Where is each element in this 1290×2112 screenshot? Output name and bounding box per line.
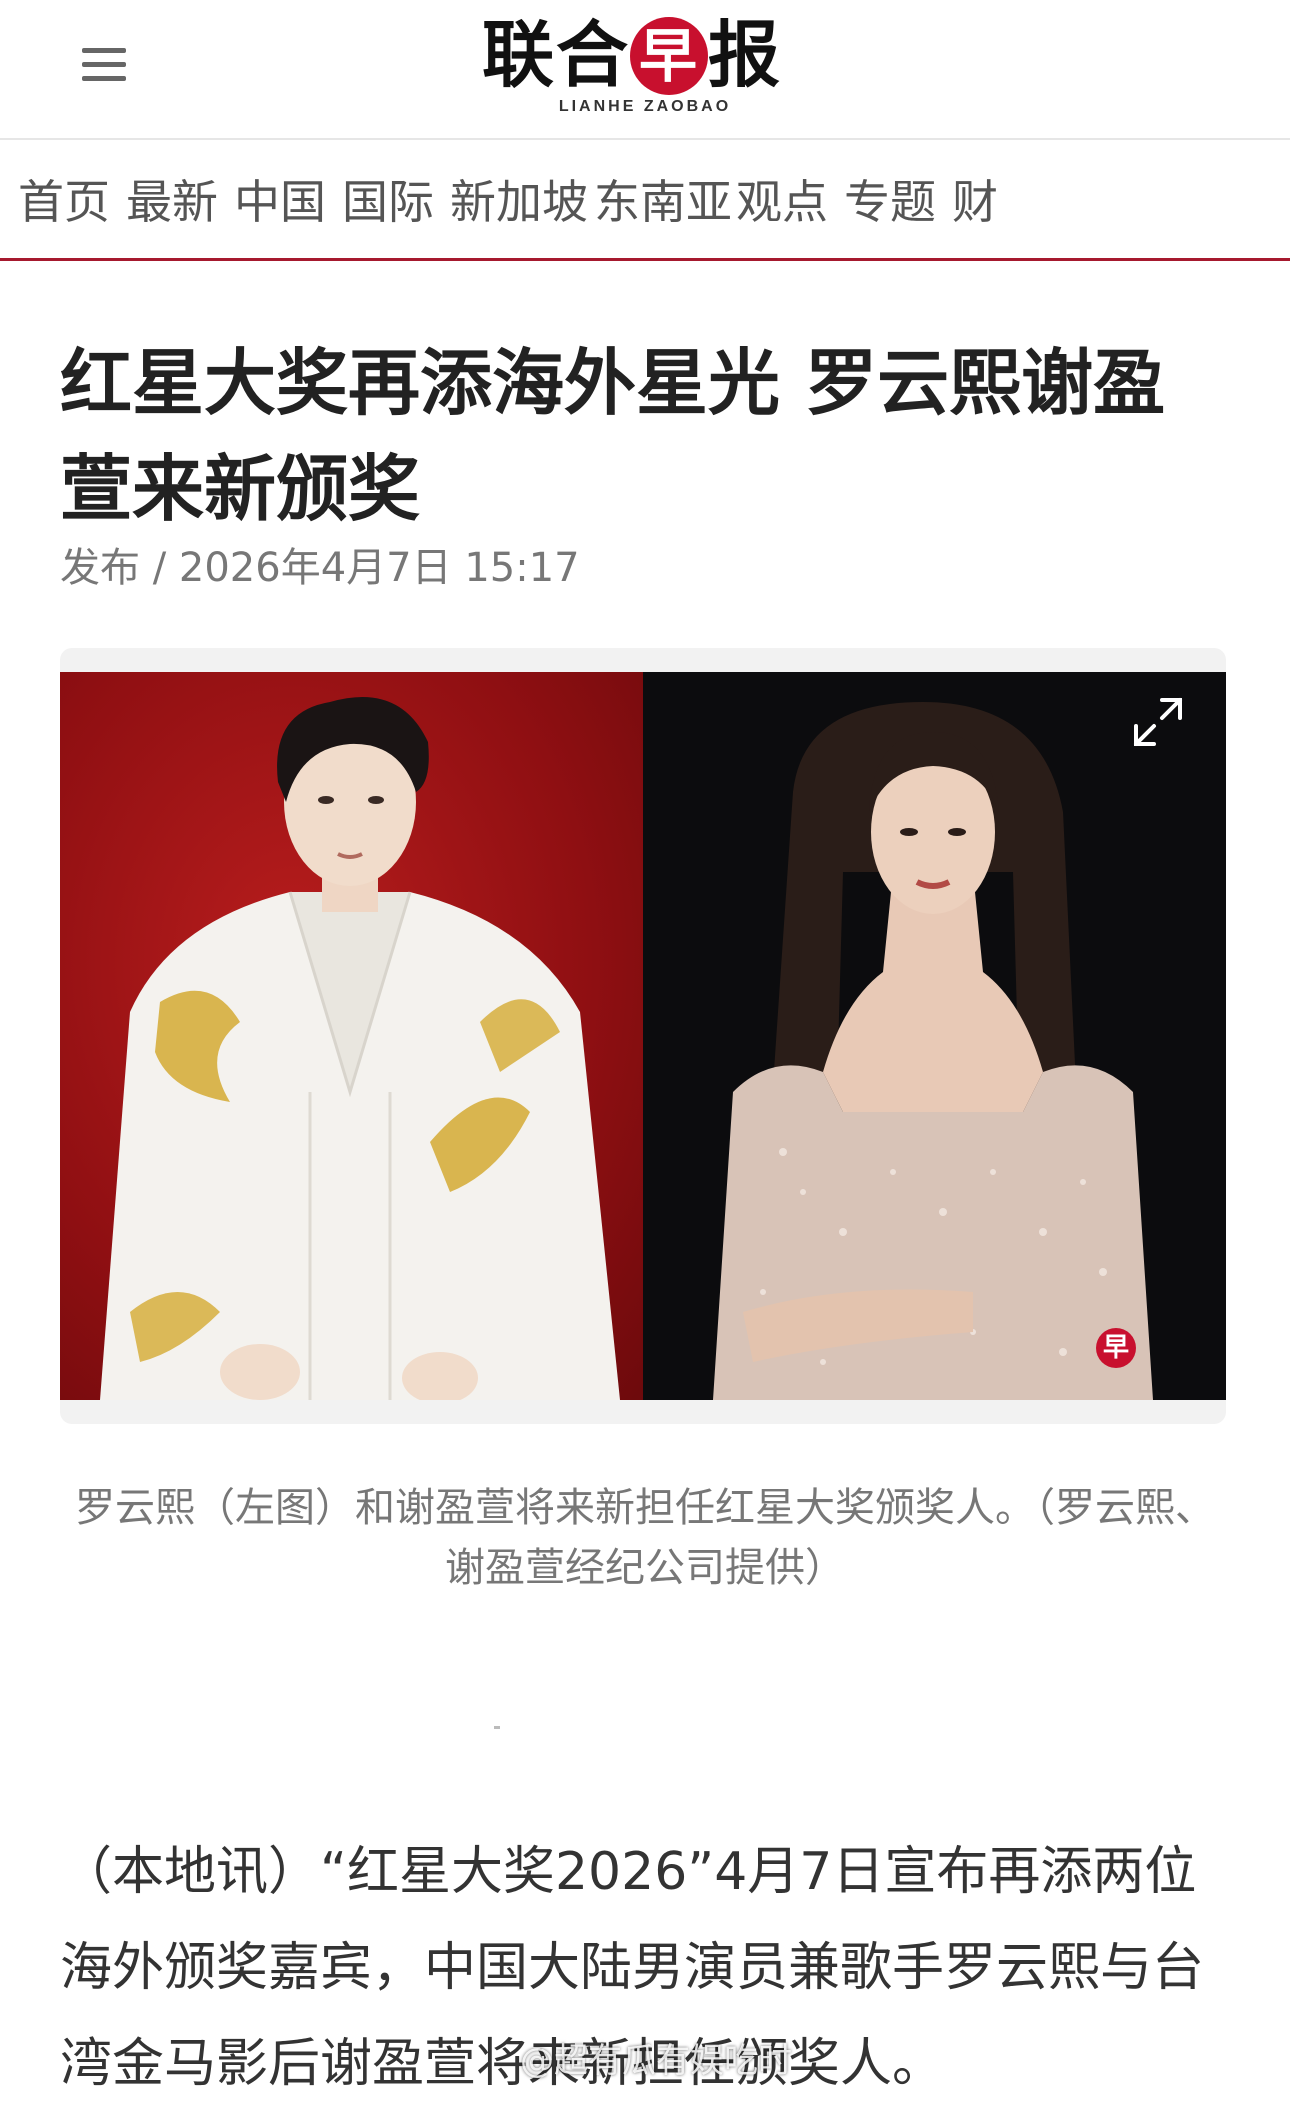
logo-english: LIANHE ZAOBAO — [558, 98, 732, 115]
nav-item-latest[interactable]: 最新 — [126, 174, 218, 230]
section-nav: 首页 最新 中国 国际 新加坡 东南亚 观点 专题 财 — [0, 140, 1290, 261]
article-headline: 红星大奖再添海外星光 罗云熙谢盈萱来新颁奖 — [60, 341, 1166, 531]
photo-right-actress — [643, 672, 1226, 1400]
expand-icon[interactable] — [1128, 692, 1188, 752]
nav-item-singapore[interactable]: 新加坡 — [450, 174, 588, 230]
hamburger-menu-icon[interactable] — [80, 44, 130, 86]
nav-item-southeast-asia[interactable]: 东南亚 — [594, 174, 732, 230]
publish-date: 发布 / 2026年4月7日 15:17 — [60, 545, 580, 591]
nav-item-finance[interactable]: 财 — [952, 174, 998, 230]
zaobao-watermark-icon: 早 — [1096, 1328, 1136, 1368]
nav-item-china[interactable]: 中国 — [234, 174, 326, 230]
photo-left-actor — [60, 672, 643, 1400]
article-image-container[interactable] — [60, 648, 1226, 1424]
actress-illustration — [713, 702, 1153, 1400]
logo-chinese: 联合早报 — [482, 12, 783, 97]
nav-item-special[interactable]: 专题 — [844, 174, 936, 230]
actor-illustration — [100, 697, 620, 1400]
site-header: 联合早报 LIANHE ZAOBAO — [0, 0, 1290, 140]
logo-zao-badge: 早 — [630, 17, 709, 95]
nav-item-international[interactable]: 国际 — [342, 174, 434, 230]
weibo-watermark: @超有瓜有娱吃时 — [520, 2041, 792, 2081]
site-logo[interactable]: 联合早报 LIANHE ZAOBAO — [482, 12, 808, 122]
nav-item-opinion[interactable]: 观点 — [736, 174, 828, 230]
divider-dot — [494, 1726, 500, 1729]
image-caption: 罗云熙（左图）和谢盈萱将来新担任红星大奖颁奖人。（罗云熙、谢盈萱经纪公司提供） — [75, 1485, 1215, 1591]
nav-item-home[interactable]: 首页 — [18, 174, 110, 230]
